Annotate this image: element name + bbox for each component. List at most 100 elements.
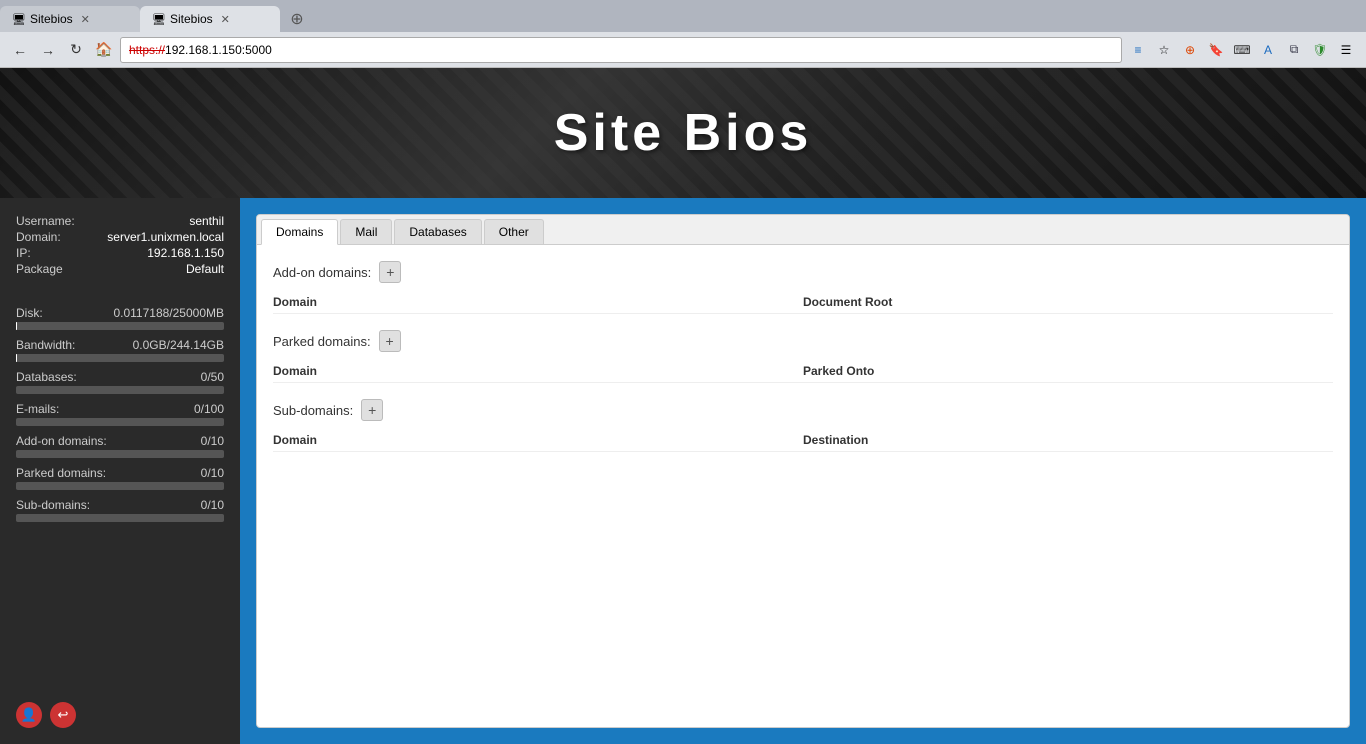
- back-button[interactable]: ←: [8, 38, 32, 62]
- subdomains-stat: Sub-domains: 0/10: [16, 498, 224, 522]
- package-row: Package Default: [16, 262, 224, 276]
- ip-row: IP: 192.168.1.150: [16, 246, 224, 260]
- user-info: Username: senthil Domain: server1.unixme…: [16, 214, 224, 278]
- sub-col-domain: Domain: [273, 433, 803, 447]
- user-icon[interactable]: 👤: [16, 702, 42, 728]
- stats-section: Disk: 0.0117188/25000MB Bandwidth: 0.0GB…: [16, 306, 224, 530]
- disk-bar-bg: [16, 322, 224, 330]
- tab-1-close[interactable]: ✕: [81, 13, 90, 26]
- addon-section-header: Add-on domains: +: [273, 261, 1333, 283]
- package-label: Package: [16, 262, 63, 276]
- domains-tab-content: Add-on domains: + Domain Document Root P…: [257, 245, 1349, 721]
- tab-other[interactable]: Other: [484, 219, 544, 244]
- addon-col-docroot: Document Root: [803, 295, 1333, 309]
- parked-stat-label: Parked domains:: [16, 466, 106, 480]
- addon-col-domain: Domain: [273, 295, 803, 309]
- databases-stat: Databases: 0/50: [16, 370, 224, 394]
- parked-stat-value: 0/10: [201, 466, 224, 480]
- parked-table-header: Domain Parked Onto: [273, 360, 1333, 383]
- tab-2[interactable]: 🖥 Sitebios ✕: [140, 6, 280, 32]
- toolbar-icons: ≡ ☆ ⊕ 🔖 ⌨ A ⧉ 🛡 ☰: [1126, 38, 1358, 62]
- translate-icon[interactable]: A: [1256, 38, 1280, 62]
- emails-label: E-mails:: [16, 402, 59, 416]
- site-title: Site Bios: [554, 103, 813, 163]
- parked-section-header: Parked domains: +: [273, 330, 1333, 352]
- tab-panel: Domains Mail Databases Other Add-on doma…: [256, 214, 1350, 728]
- domain-value: server1.unixmen.local: [107, 230, 224, 244]
- username-value: senthil: [189, 214, 224, 228]
- sub-table-header: Domain Destination: [273, 429, 1333, 452]
- keyboard-icon[interactable]: ⌨: [1230, 38, 1254, 62]
- addon-section-label: Add-on domains:: [273, 265, 371, 280]
- sub-add-button[interactable]: +: [361, 399, 383, 421]
- databases-bar-bg: [16, 386, 224, 394]
- addon-add-button[interactable]: +: [379, 261, 401, 283]
- databases-stat-label: Databases:: [16, 370, 77, 384]
- addon-section: Add-on domains: + Domain Document Root: [273, 261, 1333, 314]
- domain-row: Domain: server1.unixmen.local: [16, 230, 224, 244]
- bookmark-icon[interactable]: 🔖: [1204, 38, 1228, 62]
- tab-1[interactable]: 🖥 Sitebios ✕: [0, 6, 140, 32]
- databases-stat-value: 0/50: [201, 370, 224, 384]
- ip-label: IP:: [16, 246, 31, 260]
- subdomains-bar-bg: [16, 514, 224, 522]
- parked-stat: Parked domains: 0/10: [16, 466, 224, 490]
- subdomains-stat-value: 0/10: [201, 498, 224, 512]
- parked-col-parkedonto: Parked Onto: [803, 364, 1333, 378]
- logout-icon[interactable]: ↩: [50, 702, 76, 728]
- sub-section-label: Sub-domains:: [273, 403, 353, 418]
- tab-mail[interactable]: Mail: [340, 219, 392, 244]
- menu-icon[interactable]: ☰: [1334, 38, 1358, 62]
- bandwidth-value: 0.0GB/244.14GB: [133, 338, 224, 352]
- tab-1-title: Sitebios: [30, 12, 73, 26]
- bandwidth-label: Bandwidth:: [16, 338, 75, 352]
- shield-icon[interactable]: 🛡: [1308, 38, 1332, 62]
- tab-domains[interactable]: Domains: [261, 219, 338, 245]
- tab-2-title: Sitebios: [170, 12, 213, 26]
- ip-value: 192.168.1.150: [147, 246, 224, 260]
- layers-icon[interactable]: ⧉: [1282, 38, 1306, 62]
- username-row: Username: senthil: [16, 214, 224, 228]
- bandwidth-stat: Bandwidth: 0.0GB/244.14GB: [16, 338, 224, 362]
- emails-value: 0/100: [194, 402, 224, 416]
- tab-2-icon: 🖥: [152, 13, 166, 26]
- disk-stat: Disk: 0.0117188/25000MB: [16, 306, 224, 330]
- chrome-icon[interactable]: ⊕: [1178, 38, 1202, 62]
- star-icon[interactable]: ☆: [1152, 38, 1176, 62]
- emails-stat: E-mails: 0/100: [16, 402, 224, 426]
- addon-stat-value: 0/10: [201, 434, 224, 448]
- reload-button[interactable]: ↻: [64, 38, 88, 62]
- parked-col-domain: Domain: [273, 364, 803, 378]
- tab-databases[interactable]: Databases: [394, 219, 481, 244]
- sub-col-destination: Destination: [803, 433, 1333, 447]
- home-button[interactable]: 🏠: [92, 38, 116, 62]
- sidebar-footer: 👤 ↩: [16, 702, 224, 728]
- addon-stat-label: Add-on domains:: [16, 434, 107, 448]
- tab-nav: Domains Mail Databases Other: [257, 215, 1349, 245]
- package-value: Default: [186, 262, 224, 276]
- address-port: :5000: [242, 43, 272, 57]
- parked-section: Parked domains: + Domain Parked Onto: [273, 330, 1333, 383]
- address-host: 192.168.1.150: [165, 43, 242, 57]
- address-bar[interactable]: https://192.168.1.150:5000: [120, 37, 1122, 63]
- new-tab-button[interactable]: ⊕: [284, 6, 310, 32]
- username-label: Username:: [16, 214, 75, 228]
- disk-label: Disk:: [16, 306, 43, 320]
- domain-label: Domain:: [16, 230, 61, 244]
- bookmark-list-icon[interactable]: ≡: [1126, 38, 1150, 62]
- main-layout: Username: senthil Domain: server1.unixme…: [0, 198, 1366, 744]
- tab-1-icon: 🖥: [12, 13, 26, 26]
- parked-add-button[interactable]: +: [379, 330, 401, 352]
- sidebar: Username: senthil Domain: server1.unixme…: [0, 198, 240, 744]
- forward-button[interactable]: →: [36, 38, 60, 62]
- disk-value: 0.0117188/25000MB: [113, 306, 224, 320]
- addon-bar-bg: [16, 450, 224, 458]
- emails-bar-bg: [16, 418, 224, 426]
- content-area: Domains Mail Databases Other Add-on doma…: [240, 198, 1366, 744]
- tab-2-close[interactable]: ✕: [221, 13, 230, 26]
- subdomains-stat-label: Sub-domains:: [16, 498, 90, 512]
- address-protocol: https://: [129, 43, 165, 57]
- bandwidth-bar-bg: [16, 354, 224, 362]
- site-header: Site Bios: [0, 68, 1366, 198]
- sub-section-header: Sub-domains: +: [273, 399, 1333, 421]
